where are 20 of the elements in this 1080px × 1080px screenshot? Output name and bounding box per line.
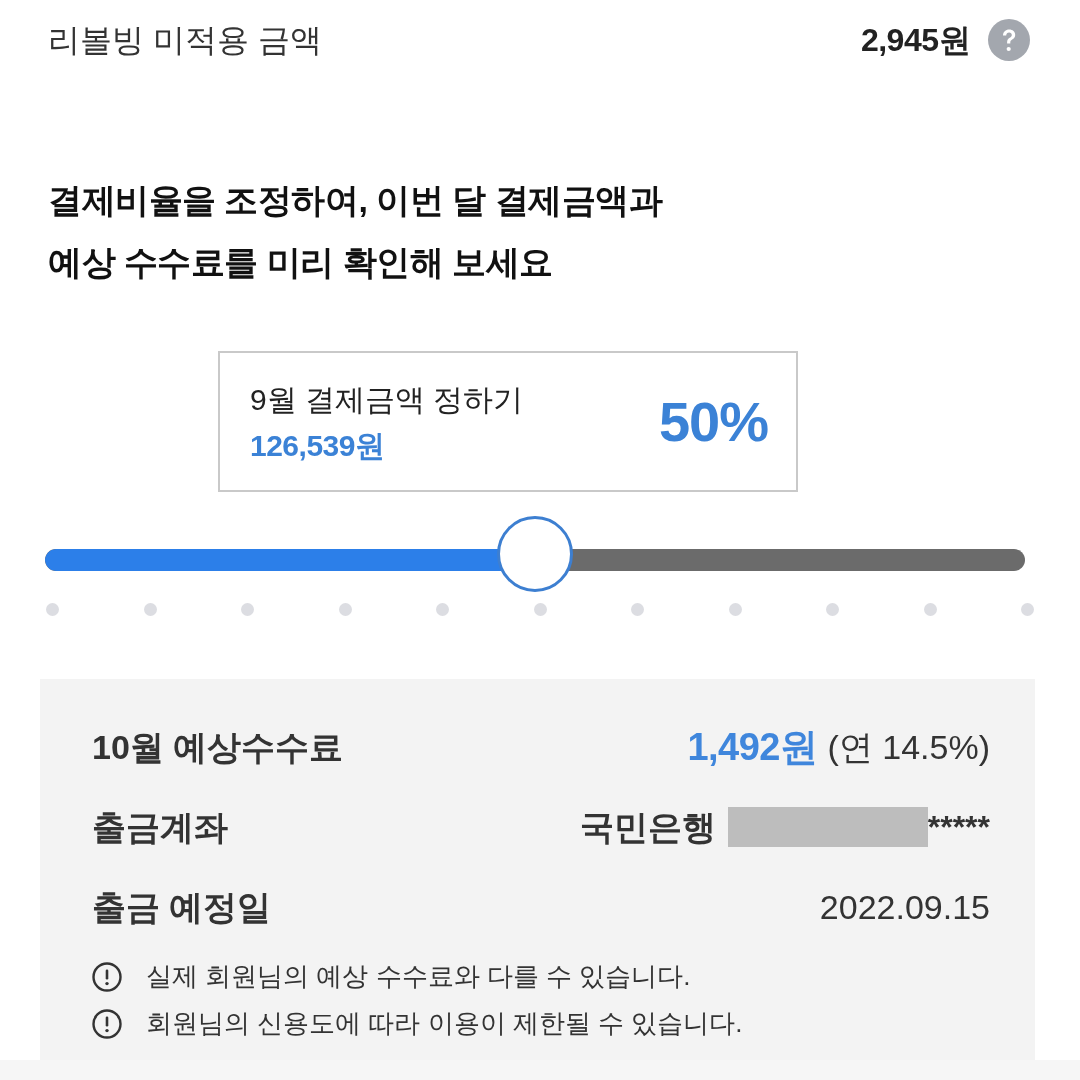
- date-value: 2022.09.15: [819, 886, 990, 928]
- slider-track[interactable]: [45, 549, 1025, 571]
- fee-rate: (연 14.5%): [827, 726, 990, 768]
- exclamation-circle-icon: [92, 1008, 122, 1039]
- detail-label: 10월 예상수수료: [92, 726, 344, 768]
- notice-text: 회원님의 신용도에 따라 이용이 제한될 수 있습니다.: [146, 1007, 743, 1040]
- payment-amount: 126,539원: [250, 427, 386, 464]
- summary-label: 리볼빙 미적용 금액: [48, 21, 322, 60]
- percent-value: 50%: [658, 388, 768, 455]
- slider[interactable]: [45, 514, 1025, 594]
- notice-text: 실제 회원님의 예상 수수료와 다를 수 있습니다.: [146, 960, 691, 993]
- heading-text: 결제비율을 조정하여, 이번 달 결제금액과 예상 수수료를 미리 확인해 보세요: [48, 180, 664, 283]
- bank-name: 국민은행: [579, 806, 716, 848]
- account-suffix: *****: [927, 811, 990, 843]
- detail-label: 출금계좌: [92, 806, 228, 848]
- summary-amount: 2,945원: [860, 21, 970, 60]
- payment-title: 9월 결제금액 정하기: [250, 381, 524, 418]
- exclamation-circle-icon: [92, 961, 122, 992]
- fee-value: 1,492원: [687, 724, 818, 770]
- detail-label: 출금 예정일: [92, 886, 272, 928]
